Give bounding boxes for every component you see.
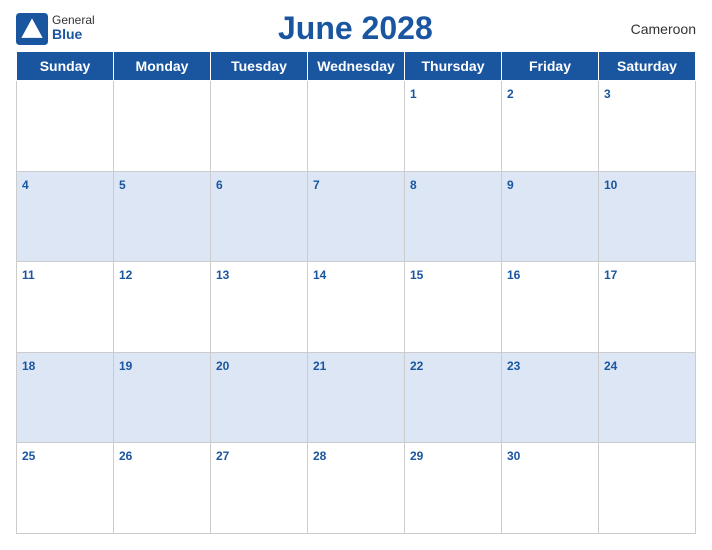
day-23: 23	[502, 352, 599, 443]
day-number: 22	[410, 359, 423, 373]
day-22: 22	[405, 352, 502, 443]
day-14: 14	[308, 262, 405, 353]
day-number: 6	[216, 178, 223, 192]
weekday-tuesday: Tuesday	[211, 52, 308, 81]
week-row-1: 1 2 3	[17, 81, 696, 172]
empty-cell	[308, 81, 405, 172]
day-13: 13	[211, 262, 308, 353]
day-number: 24	[604, 359, 617, 373]
day-number: 2	[507, 87, 514, 101]
weekday-friday: Friday	[502, 52, 599, 81]
day-number: 10	[604, 178, 617, 192]
weekday-saturday: Saturday	[599, 52, 696, 81]
calendar-title: June 2028	[95, 10, 616, 47]
day-number: 23	[507, 359, 520, 373]
day-26: 26	[114, 443, 211, 534]
day-number: 25	[22, 449, 35, 463]
calendar-table: SundayMondayTuesdayWednesdayThursdayFrid…	[16, 51, 696, 534]
day-19: 19	[114, 352, 211, 443]
day-25: 25	[17, 443, 114, 534]
day-28: 28	[308, 443, 405, 534]
day-number: 11	[22, 268, 35, 282]
day-number: 8	[410, 178, 417, 192]
day-4: 4	[17, 171, 114, 262]
day-21: 21	[308, 352, 405, 443]
day-number: 28	[313, 449, 326, 463]
day-5: 5	[114, 171, 211, 262]
day-8: 8	[405, 171, 502, 262]
country-label: Cameroon	[616, 21, 696, 37]
day-number: 29	[410, 449, 423, 463]
week-row-2: 4 5 6 7 8 9 10	[17, 171, 696, 262]
day-number: 13	[216, 268, 229, 282]
day-15: 15	[405, 262, 502, 353]
day-18: 18	[17, 352, 114, 443]
empty-cell	[114, 81, 211, 172]
logo-text: General Blue	[52, 14, 95, 43]
calendar-header: General Blue June 2028 Cameroon	[16, 10, 696, 47]
logo-blue-label: Blue	[52, 27, 95, 42]
day-number: 26	[119, 449, 132, 463]
day-30: 30	[502, 443, 599, 534]
weekday-wednesday: Wednesday	[308, 52, 405, 81]
day-17: 17	[599, 262, 696, 353]
day-number: 9	[507, 178, 514, 192]
day-10: 10	[599, 171, 696, 262]
day-number: 1	[410, 87, 417, 101]
day-number: 27	[216, 449, 229, 463]
empty-cell	[211, 81, 308, 172]
day-number: 14	[313, 268, 326, 282]
week-row-5: 25 26 27 28 29 30	[17, 443, 696, 534]
weekday-thursday: Thursday	[405, 52, 502, 81]
day-16: 16	[502, 262, 599, 353]
day-number: 20	[216, 359, 229, 373]
weekday-sunday: Sunday	[17, 52, 114, 81]
empty-cell	[17, 81, 114, 172]
week-row-3: 11 12 13 14 15 16 17	[17, 262, 696, 353]
day-number: 5	[119, 178, 126, 192]
logo-icon	[16, 13, 48, 45]
day-number: 21	[313, 359, 326, 373]
day-number: 3	[604, 87, 611, 101]
day-number: 7	[313, 178, 320, 192]
day-number: 16	[507, 268, 520, 282]
day-number: 18	[22, 359, 35, 373]
weekday-monday: Monday	[114, 52, 211, 81]
day-7: 7	[308, 171, 405, 262]
week-row-4: 18 19 20 21 22 23 24	[17, 352, 696, 443]
day-number: 19	[119, 359, 132, 373]
day-12: 12	[114, 262, 211, 353]
day-number: 17	[604, 268, 617, 282]
day-29: 29	[405, 443, 502, 534]
day-3: 3	[599, 81, 696, 172]
weekday-header-row: SundayMondayTuesdayWednesdayThursdayFrid…	[17, 52, 696, 81]
empty-cell	[599, 443, 696, 534]
day-11: 11	[17, 262, 114, 353]
day-24: 24	[599, 352, 696, 443]
day-number: 12	[119, 268, 132, 282]
logo: General Blue	[16, 13, 95, 45]
day-27: 27	[211, 443, 308, 534]
day-9: 9	[502, 171, 599, 262]
day-6: 6	[211, 171, 308, 262]
day-2: 2	[502, 81, 599, 172]
day-number: 15	[410, 268, 423, 282]
day-number: 4	[22, 178, 29, 192]
day-20: 20	[211, 352, 308, 443]
day-number: 30	[507, 449, 520, 463]
day-1: 1	[405, 81, 502, 172]
